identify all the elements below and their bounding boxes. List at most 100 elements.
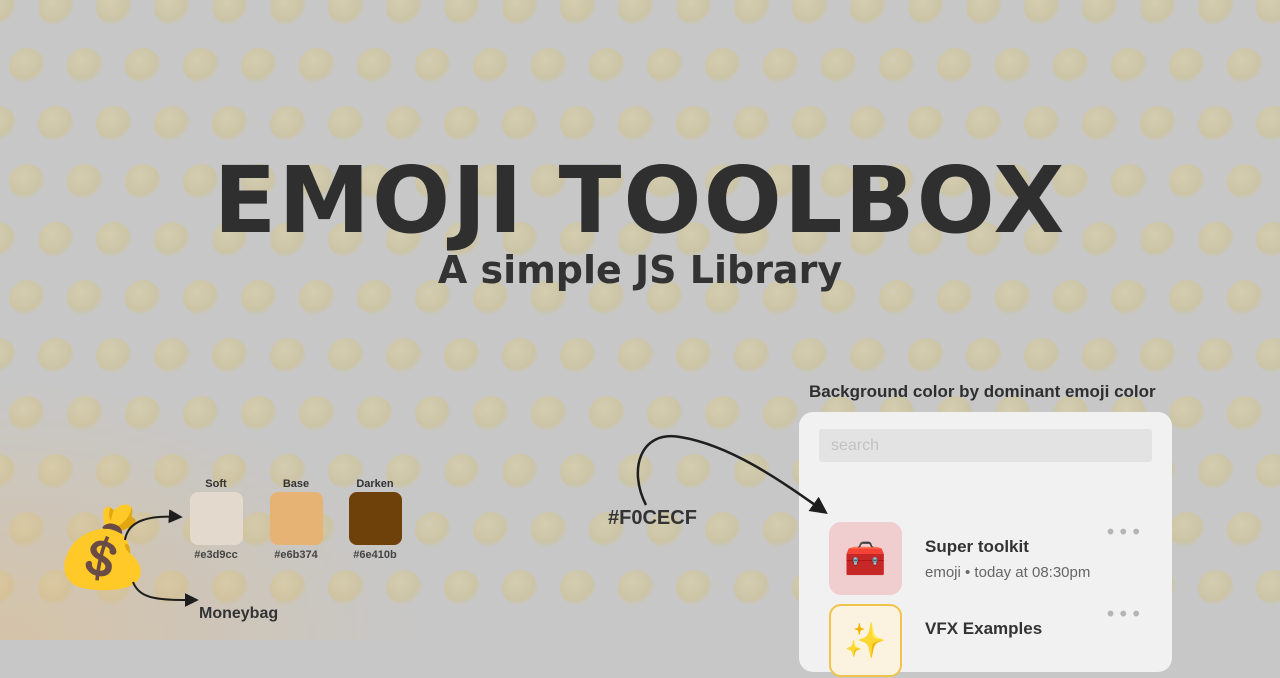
background-emoji-icon bbox=[502, 106, 538, 142]
list-item[interactable]: 🧰 Super toolkit emoji • today at 08:30pm… bbox=[829, 522, 1159, 596]
background-emoji-icon bbox=[1024, 106, 1060, 142]
background-emoji-icon bbox=[154, 106, 190, 142]
background-emoji-icon bbox=[0, 0, 16, 26]
background-emoji-icon bbox=[241, 48, 277, 84]
background-emoji-icon bbox=[212, 338, 248, 374]
background-emoji-icon bbox=[502, 338, 538, 374]
background-emoji-icon bbox=[1082, 0, 1118, 26]
list-item[interactable]: ✨ VFX Examples ••• bbox=[829, 604, 1159, 678]
background-emoji-icon bbox=[676, 106, 712, 142]
background-emoji-icon bbox=[1140, 0, 1176, 26]
background-emoji-icon bbox=[154, 0, 190, 26]
background-emoji-icon bbox=[0, 338, 16, 374]
background-emoji-icon bbox=[1024, 338, 1060, 374]
background-emoji-icon bbox=[328, 0, 364, 26]
dominant-color-hex: #F0CECF bbox=[608, 507, 697, 529]
background-emoji-icon bbox=[676, 338, 712, 374]
background-emoji-icon bbox=[1169, 512, 1205, 548]
background-emoji-icon bbox=[734, 106, 770, 142]
background-emoji-icon bbox=[908, 0, 944, 26]
swatch-hex: #e3d9cc bbox=[194, 549, 238, 561]
background-emoji-icon bbox=[415, 512, 451, 548]
background-emoji-icon bbox=[995, 48, 1031, 84]
background-emoji-icon bbox=[1053, 48, 1089, 84]
background-emoji-icon bbox=[473, 48, 509, 84]
swatch-soft: Soft #e3d9cc bbox=[186, 476, 246, 561]
background-emoji-icon bbox=[966, 0, 1002, 26]
background-emoji-icon bbox=[96, 106, 132, 142]
swatch-color bbox=[269, 492, 323, 545]
background-emoji-icon bbox=[67, 48, 103, 84]
background-emoji-icon bbox=[1198, 454, 1234, 490]
item-title: Super toolkit bbox=[925, 537, 1029, 556]
background-emoji-icon bbox=[908, 338, 944, 374]
background-emoji-icon bbox=[386, 338, 422, 374]
background-emoji-icon bbox=[734, 570, 770, 606]
background-emoji-icon bbox=[212, 0, 248, 26]
background-emoji-icon bbox=[734, 338, 770, 374]
search-input[interactable] bbox=[819, 429, 1152, 462]
background-emoji-icon bbox=[1198, 338, 1234, 374]
background-emoji-icon bbox=[444, 570, 480, 606]
background-emoji-icon bbox=[676, 570, 712, 606]
page-subtitle: A simple JS Library bbox=[437, 248, 843, 292]
background-emoji-icon bbox=[1024, 0, 1060, 26]
background-emoji-icon bbox=[270, 0, 306, 26]
swatch-label: Base bbox=[282, 478, 310, 490]
more-options-icon[interactable]: ••• bbox=[1105, 522, 1143, 542]
background-emoji-icon bbox=[1169, 396, 1205, 432]
card-caption: Background color by dominant emoji color bbox=[809, 382, 1156, 401]
swatch-color bbox=[189, 492, 243, 545]
swatch-label: Darken bbox=[356, 478, 394, 490]
background-emoji-icon bbox=[589, 396, 625, 432]
swatch-color bbox=[348, 492, 402, 545]
background-emoji-icon bbox=[676, 454, 712, 490]
toolbox-icon: 🧰 bbox=[829, 522, 902, 595]
background-emoji-icon bbox=[1140, 106, 1176, 142]
background-emoji-icon bbox=[560, 0, 596, 26]
swatch-hex: #6e410b bbox=[353, 549, 397, 561]
background-emoji-icon bbox=[270, 106, 306, 142]
sparkles-icon: ✨ bbox=[829, 604, 902, 677]
background-emoji-icon bbox=[386, 0, 422, 26]
background-emoji-icon bbox=[908, 106, 944, 142]
background-emoji-icon bbox=[1256, 454, 1280, 490]
background-emoji-icon bbox=[1227, 396, 1263, 432]
item-title: VFX Examples bbox=[925, 619, 1043, 638]
background-emoji-icon bbox=[705, 396, 741, 432]
swatch-base: Base #e6b374 bbox=[266, 476, 326, 561]
swatch-hex: #e6b374 bbox=[274, 549, 318, 561]
background-emoji-icon bbox=[38, 0, 74, 26]
background-emoji-icon bbox=[502, 570, 538, 606]
background-emoji-icon bbox=[502, 0, 538, 26]
background-emoji-icon bbox=[38, 338, 74, 374]
background-emoji-icon bbox=[502, 454, 538, 490]
background-emoji-icon bbox=[560, 454, 596, 490]
background-emoji-icon bbox=[0, 106, 16, 142]
background-emoji-icon bbox=[647, 48, 683, 84]
background-emoji-icon bbox=[589, 48, 625, 84]
background-emoji-icon bbox=[618, 454, 654, 490]
background-emoji-icon bbox=[1227, 512, 1263, 548]
background-emoji-icon bbox=[444, 106, 480, 142]
background-emoji-icon bbox=[1140, 338, 1176, 374]
swatch-darken: Darken #6e410b bbox=[345, 476, 405, 561]
background-emoji-icon bbox=[560, 338, 596, 374]
background-emoji-icon bbox=[966, 338, 1002, 374]
background-emoji-icon bbox=[1198, 0, 1234, 26]
background-emoji-icon bbox=[1227, 48, 1263, 84]
background-emoji-icon bbox=[560, 570, 596, 606]
background-emoji-icon bbox=[763, 396, 799, 432]
background-emoji-icon bbox=[850, 338, 886, 374]
background-emoji-icon bbox=[1082, 338, 1118, 374]
background-emoji-icon bbox=[531, 512, 567, 548]
more-options-icon[interactable]: ••• bbox=[1105, 604, 1143, 624]
background-emoji-icon bbox=[879, 48, 915, 84]
background-emoji-icon bbox=[705, 512, 741, 548]
background-emoji-icon bbox=[96, 0, 132, 26]
background-emoji-icon bbox=[386, 106, 422, 142]
background-emoji-icon bbox=[1082, 106, 1118, 142]
swatch-label: Soft bbox=[205, 478, 227, 490]
background-emoji-icon bbox=[676, 0, 712, 26]
background-emoji-icon bbox=[415, 396, 451, 432]
